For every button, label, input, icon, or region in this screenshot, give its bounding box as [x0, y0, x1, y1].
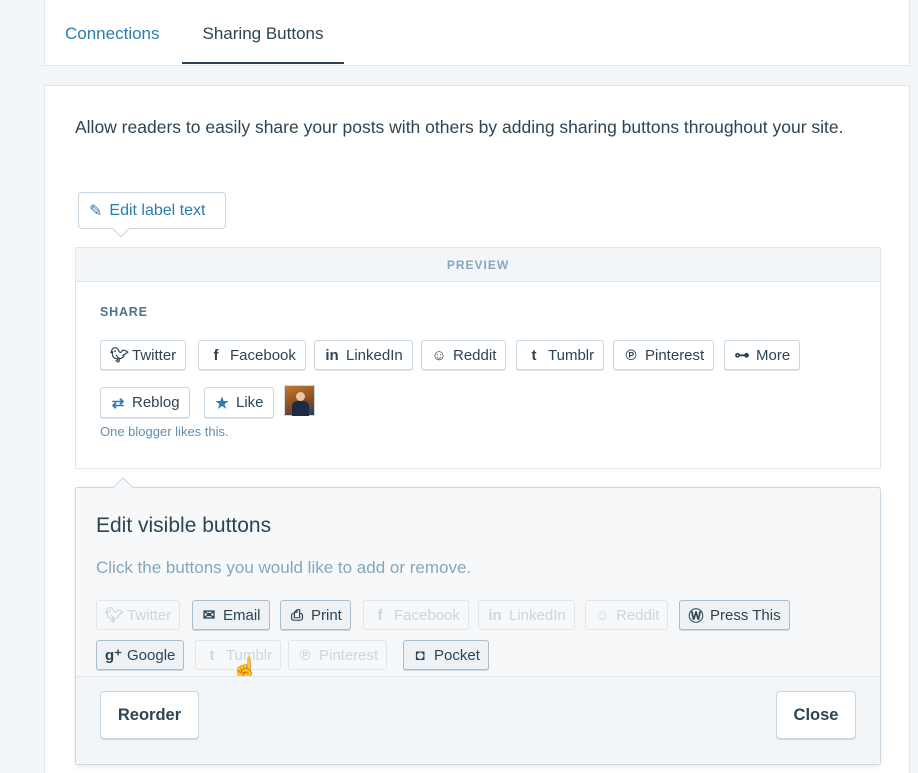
- button-label: Facebook: [230, 346, 296, 364]
- edit-visible-buttons-panel: Edit visible buttons Click the buttons y…: [75, 477, 881, 765]
- edit-label-text-label: Edit label text: [109, 201, 206, 219]
- button-label: More: [756, 346, 791, 364]
- reorder-button[interactable]: Reorder: [100, 691, 199, 739]
- linkedin-icon: in: [325, 346, 339, 364]
- more-icon: ⊶: [734, 347, 750, 364]
- button-label: Pocket: [434, 646, 480, 664]
- preview-box: PREVIEW SHARE 🐦︎ Twitter f Facebook in L…: [75, 247, 881, 469]
- twitter-icon: 🐦︎: [105, 607, 125, 624]
- preview-heading: PREVIEW: [76, 248, 880, 282]
- pinterest-icon: ℗: [299, 646, 311, 664]
- tooltip-tail: [112, 220, 130, 238]
- reddit-icon: ☺: [594, 606, 610, 624]
- button-label: Pinterest: [319, 646, 379, 664]
- button-label: Facebook: [394, 606, 460, 624]
- button-label: Print: [311, 606, 342, 624]
- linkedin-icon: in: [488, 606, 502, 624]
- google-plus-icon: g⁺: [105, 647, 123, 664]
- button-label: LinkedIn: [346, 346, 403, 364]
- button-label: Pinterest: [645, 346, 705, 364]
- preview-facebook-button[interactable]: f Facebook: [198, 340, 306, 370]
- button-label: Twitter: [132, 346, 177, 364]
- tumblr-icon: t: [209, 646, 215, 664]
- preview-twitter-button[interactable]: 🐦︎ Twitter: [100, 340, 187, 370]
- button-label: Reblog: [132, 394, 180, 411]
- star-icon: ★: [215, 394, 229, 412]
- button-label: Tumblr: [548, 346, 595, 364]
- button-label: Twitter: [127, 606, 172, 624]
- edit-panel-footer: Reorder Close: [76, 676, 880, 764]
- wordpress-icon: Ⓦ: [688, 607, 704, 625]
- button-label: Reddit: [616, 606, 660, 624]
- preview-linkedin-button[interactable]: in LinkedIn: [314, 340, 413, 370]
- button-label: Email: [223, 606, 261, 624]
- reblog-icon: ⇄: [111, 394, 125, 412]
- button-label: Press This: [710, 606, 781, 624]
- like-button[interactable]: ★ Like: [204, 387, 274, 418]
- preview-reddit-button[interactable]: ☺ Reddit: [421, 340, 507, 370]
- toggle-press-this-button[interactable]: Ⓦ Press This: [679, 600, 790, 630]
- button-label: LinkedIn: [509, 606, 566, 624]
- button-label: Like: [236, 394, 264, 411]
- reddit-icon: ☺: [431, 346, 447, 364]
- likes-text: One blogger likes this.: [100, 424, 229, 439]
- share-title: SHARE: [100, 305, 148, 319]
- intro-text: Allow readers to easily share your posts…: [75, 117, 844, 137]
- toggle-linkedin-button[interactable]: in LinkedIn: [478, 600, 575, 630]
- pinterest-icon: ℗: [625, 346, 637, 364]
- reblog-button[interactable]: ⇄ Reblog: [100, 387, 190, 418]
- edit-label-text-button[interactable]: ✎ Edit label text: [78, 192, 226, 238]
- toggle-pocket-button[interactable]: ◘ Pocket: [403, 640, 489, 670]
- preview-tumblr-button[interactable]: t Tumblr: [516, 340, 605, 370]
- button-label: Google: [127, 646, 176, 664]
- button-label: Reddit: [453, 346, 497, 364]
- toggle-twitter-button[interactable]: 🐦︎ Twitter: [96, 600, 181, 630]
- preview-pinterest-button[interactable]: ℗ Pinterest: [613, 340, 715, 370]
- toggle-pinterest-button[interactable]: ℗ Pinterest: [288, 640, 388, 670]
- tumblr-icon: t: [531, 346, 537, 364]
- edit-panel-subtitle: Click the buttons you would like to add …: [96, 558, 472, 577]
- toggle-facebook-button[interactable]: f Facebook: [363, 600, 469, 630]
- toggle-email-button[interactable]: ✉ Email: [192, 600, 270, 630]
- toggle-reddit-button[interactable]: ☺ Reddit: [585, 600, 669, 630]
- email-icon: ✉: [202, 607, 216, 624]
- panel-notch: [113, 477, 133, 497]
- twitter-icon: 🐦︎: [110, 347, 130, 364]
- toggle-print-button[interactable]: ⎙ Print: [280, 600, 351, 630]
- tab-connections[interactable]: Connections: [65, 0, 160, 64]
- toggle-google-button[interactable]: g⁺ Google: [96, 640, 185, 670]
- preview-more-button[interactable]: ⊶ More: [724, 340, 801, 370]
- tab-sharing-buttons[interactable]: Sharing Buttons: [182, 0, 344, 64]
- sharing-settings-card: Allow readers to easily share your posts…: [44, 85, 910, 773]
- edit-panel-title: Edit visible buttons: [96, 514, 272, 537]
- pencil-icon: ✎: [89, 202, 103, 220]
- facebook-icon: f: [213, 346, 219, 364]
- avatar[interactable]: [284, 385, 315, 416]
- pocket-icon: ◘: [415, 646, 425, 664]
- print-icon: ⎙: [290, 606, 303, 624]
- facebook-icon: f: [377, 606, 383, 624]
- tab-bar: Connections Sharing Buttons: [44, 0, 910, 66]
- close-button[interactable]: Close: [776, 691, 856, 739]
